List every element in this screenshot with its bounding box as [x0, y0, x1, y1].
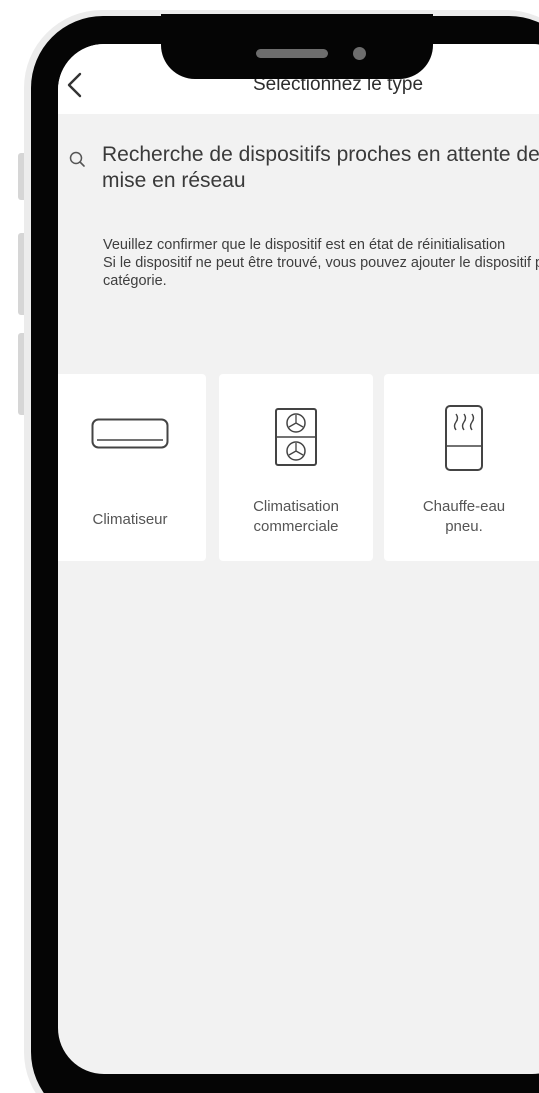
- app-screen: Sélectionnez le type Recherche de dispos…: [58, 44, 539, 1074]
- speaker-grille: [256, 49, 328, 58]
- category-label-line1: Climatisation: [253, 498, 339, 515]
- front-camera: [353, 47, 366, 60]
- category-card-air-conditioner[interactable]: Climatiseur: [58, 374, 206, 561]
- water-heater-icon: [445, 405, 483, 471]
- category-card-commercial-ac[interactable]: Climatisation commerciale: [219, 374, 373, 561]
- instructions: Veuillez confirmer que le dispositif est…: [103, 236, 539, 290]
- air-conditioner-icon: [91, 418, 169, 449]
- category-card-water-heater[interactable]: Chauffe-eau pneu.: [384, 374, 539, 561]
- category-label-line2: commerciale: [253, 518, 339, 535]
- category-label-line2: pneu.: [445, 518, 483, 535]
- category-label: Climatiseur: [92, 511, 168, 528]
- phone-mockup: Sélectionnez le type Recherche de dispos…: [0, 0, 539, 1093]
- phone-notch: [161, 14, 433, 79]
- commercial-ac-unit-icon: [275, 408, 317, 466]
- category-grid: Climatiseur Climatisation commerciale Ch…: [58, 374, 539, 561]
- instruction-add-by-category: Si le dispositif ne peut être trouvé, vo…: [103, 255, 539, 289]
- search-status-text: Recherche de dispositifs proches en atte…: [102, 143, 539, 192]
- instruction-reset: Veuillez confirmer que le dispositif est…: [103, 237, 506, 253]
- search-icon: [69, 151, 85, 167]
- category-label-line1: Chauffe-eau: [422, 498, 506, 515]
